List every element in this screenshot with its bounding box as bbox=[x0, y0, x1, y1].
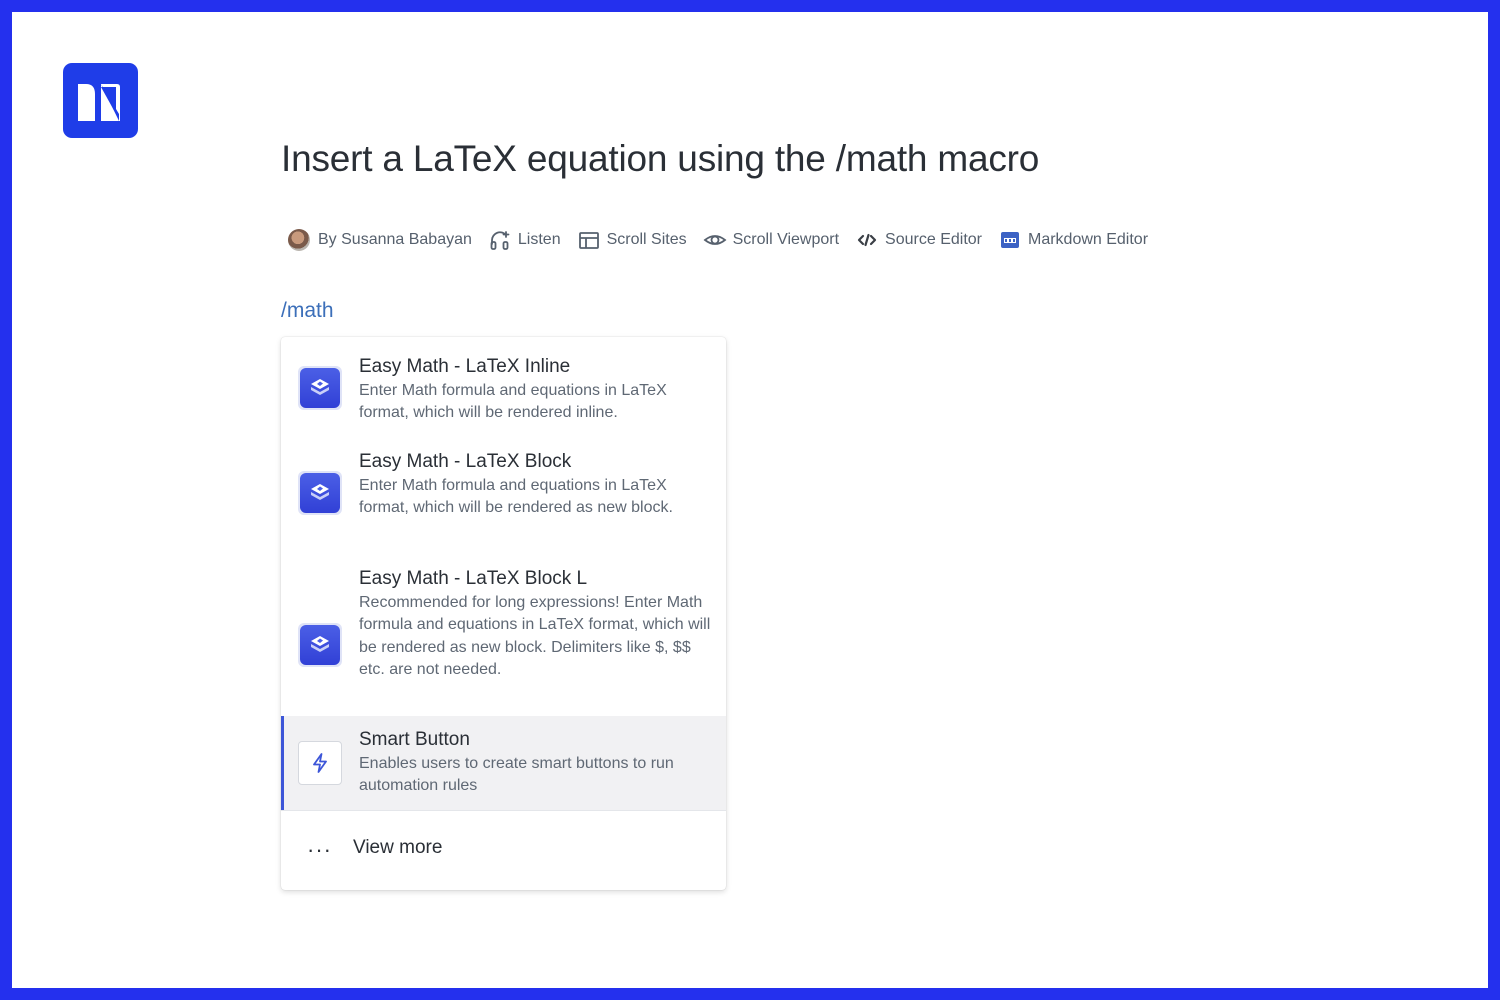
menu-item-latex-inline[interactable]: Easy Math - LaTeX Inline Enter Math form… bbox=[281, 337, 726, 437]
view-more-label: View more bbox=[353, 837, 443, 858]
page-frame: Insert a LaTeX equation using the /math … bbox=[12, 12, 1488, 988]
easy-math-icon bbox=[298, 366, 342, 410]
menu-item-title: Easy Math - LaTeX Block bbox=[359, 451, 572, 472]
markdown-editor-label: Markdown Editor bbox=[1027, 231, 1149, 248]
menu-item-description: Enter Math formula and equations in LaTe… bbox=[359, 477, 673, 517]
menu-item-latex-block[interactable]: Easy Math - LaTeX Block Enter Math formu… bbox=[281, 437, 726, 555]
listen-label: Listen bbox=[517, 231, 561, 248]
lightning-icon bbox=[298, 741, 342, 785]
menu-item-description: Recommended for long expressions! Enter … bbox=[359, 594, 711, 678]
avatar bbox=[288, 229, 310, 251]
more-dots-icon: ··· bbox=[307, 837, 332, 862]
scroll-viewport-button[interactable]: Scroll Viewport bbox=[703, 228, 839, 252]
layout-icon bbox=[577, 228, 601, 252]
menu-item-title: Smart Button bbox=[359, 729, 470, 750]
code-icon bbox=[855, 228, 879, 252]
author-label: By Susanna Babayan bbox=[318, 231, 472, 248]
view-more-button[interactable]: ··· View more bbox=[281, 811, 726, 890]
brand-logo-icon[interactable] bbox=[63, 63, 138, 138]
listen-button[interactable]: Listen bbox=[488, 228, 561, 252]
easy-math-icon bbox=[298, 623, 342, 667]
scroll-sites-label: Scroll Sites bbox=[606, 231, 687, 248]
headphones-icon bbox=[488, 228, 512, 252]
eye-icon bbox=[703, 228, 727, 252]
menu-item-description: Enables users to create smart buttons to… bbox=[359, 755, 674, 795]
author-link[interactable]: By Susanna Babayan bbox=[288, 229, 472, 251]
scroll-sites-button[interactable]: Scroll Sites bbox=[577, 228, 687, 252]
menu-item-latex-block-l[interactable]: Easy Math - LaTeX Block L Recommended fo… bbox=[281, 555, 726, 716]
menu-item-title: Easy Math - LaTeX Inline bbox=[359, 356, 571, 377]
markdown-editor-button[interactable]: Markdown Editor bbox=[998, 228, 1148, 252]
slash-command-text[interactable]: /math bbox=[281, 299, 334, 323]
macro-suggestion-menu: Easy Math - LaTeX Inline Enter Math form… bbox=[281, 337, 726, 890]
menu-item-smart-button[interactable]: Smart Button Enables users to create sma… bbox=[281, 716, 726, 810]
menu-item-description: Enter Math formula and equations in LaTe… bbox=[359, 382, 667, 422]
easy-math-icon bbox=[298, 471, 342, 515]
page-title: Insert a LaTeX equation using the /math … bbox=[281, 138, 1040, 179]
scroll-viewport-label: Scroll Viewport bbox=[732, 231, 840, 248]
source-editor-label: Source Editor bbox=[885, 231, 982, 248]
page-byline: By Susanna Babayan Listen Scroll Sites S… bbox=[288, 228, 1164, 252]
menu-item-title: Easy Math - LaTeX Block L bbox=[359, 568, 588, 589]
markdown-icon bbox=[998, 228, 1022, 252]
source-editor-button[interactable]: Source Editor bbox=[855, 228, 982, 252]
